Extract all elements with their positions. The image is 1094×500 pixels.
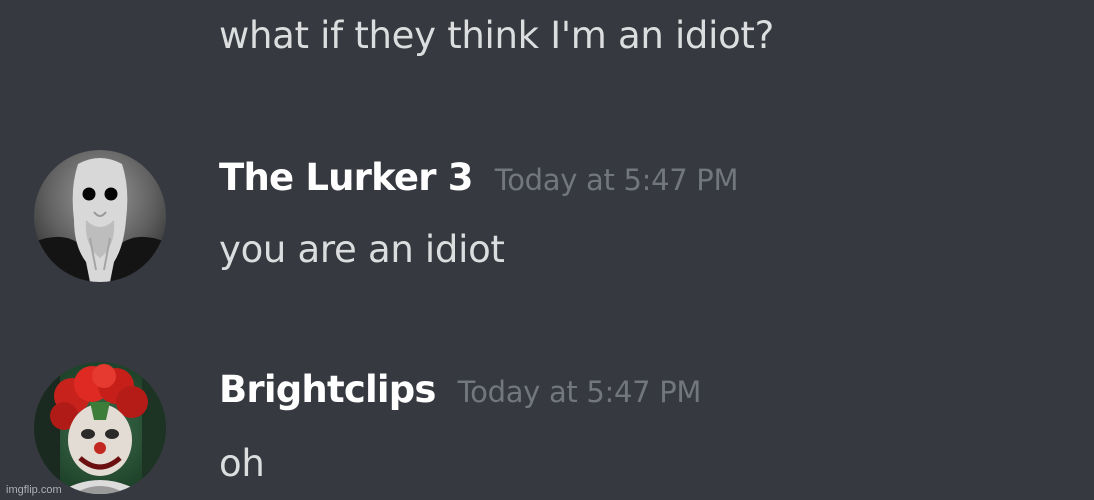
- message-text-lurker: you are an idiot: [219, 228, 505, 271]
- timestamp: Today at 5:47 PM: [457, 375, 702, 409]
- message-group-brightclips: Brightclips Today at 5:47 PM oh: [0, 362, 1094, 500]
- message-text-prior: what if they think I'm an idiot?: [219, 14, 774, 57]
- lurker-avatar-image: [34, 150, 166, 282]
- avatar[interactable]: [34, 150, 166, 282]
- brightclips-avatar-image: [34, 362, 166, 494]
- message-header: The Lurker 3 Today at 5:47 PM: [219, 156, 739, 199]
- chat-log: what if they think I'm an idiot? The Lur…: [0, 0, 1094, 500]
- message-header: Brightclips Today at 5:47 PM: [219, 368, 701, 411]
- message-text-brightclips: oh: [219, 442, 265, 485]
- timestamp: Today at 5:47 PM: [494, 163, 739, 197]
- username-brightclips[interactable]: Brightclips: [219, 368, 436, 411]
- avatar[interactable]: [34, 362, 166, 494]
- username-lurker[interactable]: The Lurker 3: [219, 156, 474, 199]
- watermark: imgflip.com: [6, 484, 62, 496]
- message-group-lurker: The Lurker 3 Today at 5:47 PM you are an …: [0, 150, 1094, 290]
